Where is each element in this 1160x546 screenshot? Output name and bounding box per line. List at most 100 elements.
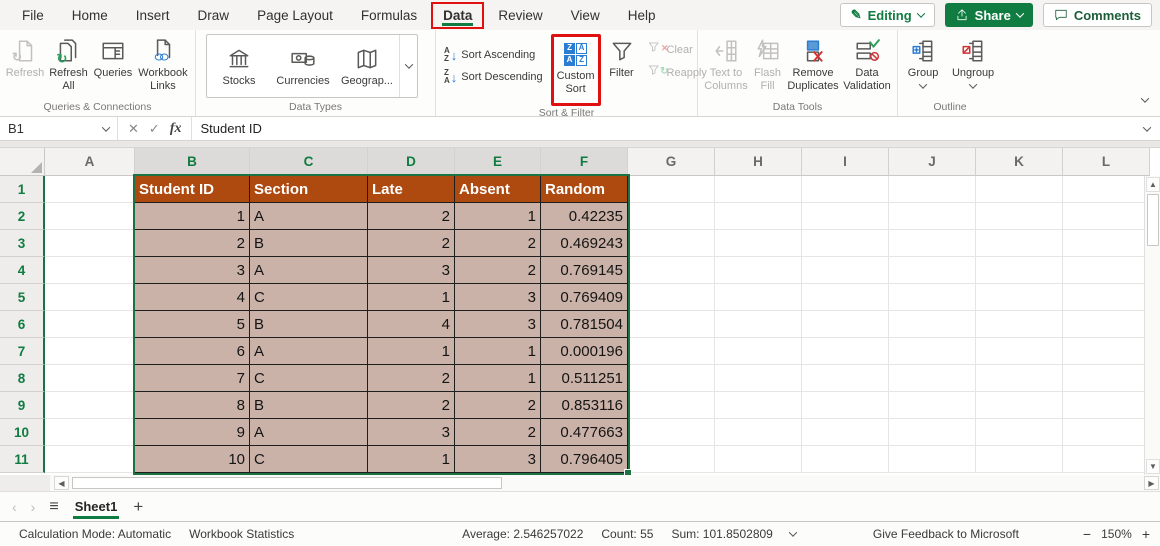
- cell-A3[interactable]: [45, 230, 135, 257]
- cell-J2[interactable]: [889, 203, 976, 230]
- zoom-out-button[interactable]: −: [1083, 526, 1091, 542]
- editing-mode-button[interactable]: ✎ Editing: [839, 3, 935, 27]
- cell-D3[interactable]: 2: [368, 230, 455, 257]
- horizontal-scrollbar[interactable]: ◀ ▶: [0, 475, 1160, 492]
- column-header-C[interactable]: C: [250, 148, 368, 176]
- cell-B1[interactable]: Student ID: [135, 176, 250, 203]
- filter-button[interactable]: Filter: [605, 34, 639, 80]
- cell-B5[interactable]: 4: [135, 284, 250, 311]
- aggregates-menu-icon[interactable]: [788, 528, 798, 537]
- cell-D8[interactable]: 2: [368, 365, 455, 392]
- cell-K7[interactable]: [976, 338, 1063, 365]
- cell-I3[interactable]: [802, 230, 889, 257]
- cell-K3[interactable]: [976, 230, 1063, 257]
- cell-H9[interactable]: [715, 392, 802, 419]
- workbook-statistics-button[interactable]: Workbook Statistics: [180, 527, 303, 541]
- cell-L11[interactable]: [1063, 446, 1150, 473]
- workbook-links-button[interactable]: Workbook Links: [135, 34, 191, 92]
- tab-data[interactable]: Data: [431, 1, 485, 29]
- cell-A8[interactable]: [45, 365, 135, 392]
- cell-B11[interactable]: 10: [135, 446, 250, 473]
- cell-L7[interactable]: [1063, 338, 1150, 365]
- queries-button[interactable]: Queries: [91, 34, 135, 80]
- tab-page-layout[interactable]: Page Layout: [243, 2, 347, 29]
- cell-F8[interactable]: 0.511251: [541, 365, 628, 392]
- share-button[interactable]: Share: [944, 3, 1033, 27]
- cell-C2[interactable]: A: [250, 203, 368, 230]
- cell-B3[interactable]: 2: [135, 230, 250, 257]
- cell-H3[interactable]: [715, 230, 802, 257]
- row-header-7[interactable]: 7: [0, 338, 45, 365]
- sheet-list-menu-icon[interactable]: ≡: [49, 498, 58, 516]
- scroll-down-button[interactable]: ▼: [1146, 459, 1160, 474]
- tab-help[interactable]: Help: [614, 2, 670, 29]
- row-header-4[interactable]: 4: [0, 257, 45, 284]
- cell-I11[interactable]: [802, 446, 889, 473]
- cell-I7[interactable]: [802, 338, 889, 365]
- cell-K2[interactable]: [976, 203, 1063, 230]
- cell-J3[interactable]: [889, 230, 976, 257]
- column-header-J[interactable]: J: [889, 148, 976, 176]
- cell-B9[interactable]: 8: [135, 392, 250, 419]
- cell-H2[interactable]: [715, 203, 802, 230]
- cell-C6[interactable]: B: [250, 311, 368, 338]
- cell-H8[interactable]: [715, 365, 802, 392]
- cell-F6[interactable]: 0.781504: [541, 311, 628, 338]
- column-header-F[interactable]: F: [541, 148, 628, 176]
- column-header-B[interactable]: B: [135, 148, 250, 176]
- cell-K8[interactable]: [976, 365, 1063, 392]
- cell-J11[interactable]: [889, 446, 976, 473]
- cell-C11[interactable]: C: [250, 446, 368, 473]
- column-header-D[interactable]: D: [368, 148, 455, 176]
- cell-C1[interactable]: Section: [250, 176, 368, 203]
- cell-J5[interactable]: [889, 284, 976, 311]
- tab-file[interactable]: File: [8, 2, 58, 29]
- stocks-button[interactable]: Stocks: [207, 35, 271, 97]
- cell-J6[interactable]: [889, 311, 976, 338]
- row-header-8[interactable]: 8: [0, 365, 45, 392]
- cell-H1[interactable]: [715, 176, 802, 203]
- zoom-in-button[interactable]: +: [1142, 526, 1150, 542]
- cell-C8[interactable]: C: [250, 365, 368, 392]
- cell-H4[interactable]: [715, 257, 802, 284]
- row-header-1[interactable]: 1: [0, 176, 45, 203]
- cell-A9[interactable]: [45, 392, 135, 419]
- cell-J8[interactable]: [889, 365, 976, 392]
- row-header-2[interactable]: 2: [0, 203, 45, 230]
- cell-G7[interactable]: [628, 338, 715, 365]
- cell-C3[interactable]: B: [250, 230, 368, 257]
- cell-D5[interactable]: 1: [368, 284, 455, 311]
- cell-B6[interactable]: 5: [135, 311, 250, 338]
- cell-L3[interactable]: [1063, 230, 1150, 257]
- cell-H7[interactable]: [715, 338, 802, 365]
- cell-E6[interactable]: 3: [455, 311, 541, 338]
- cell-E1[interactable]: Absent: [455, 176, 541, 203]
- cell-I1[interactable]: [802, 176, 889, 203]
- column-header-I[interactable]: I: [802, 148, 889, 176]
- column-header-E[interactable]: E: [455, 148, 541, 176]
- cell-B7[interactable]: 6: [135, 338, 250, 365]
- refresh-all-button[interactable]: ↻ Refresh All: [46, 34, 91, 92]
- data-validation-button[interactable]: Data Validation: [841, 34, 893, 92]
- row-header-9[interactable]: 9: [0, 392, 45, 419]
- cell-C7[interactable]: A: [250, 338, 368, 365]
- cell-L5[interactable]: [1063, 284, 1150, 311]
- cell-J4[interactable]: [889, 257, 976, 284]
- cell-L10[interactable]: [1063, 419, 1150, 446]
- cell-G5[interactable]: [628, 284, 715, 311]
- cell-H6[interactable]: [715, 311, 802, 338]
- group-button[interactable]: Group: [902, 34, 944, 89]
- cell-A11[interactable]: [45, 446, 135, 473]
- cell-E5[interactable]: 3: [455, 284, 541, 311]
- cell-H11[interactable]: [715, 446, 802, 473]
- cell-E10[interactable]: 2: [455, 419, 541, 446]
- data-types-gallery-more-button[interactable]: [399, 35, 417, 97]
- cell-D4[interactable]: 3: [368, 257, 455, 284]
- cell-D7[interactable]: 1: [368, 338, 455, 365]
- cell-A10[interactable]: [45, 419, 135, 446]
- cell-G8[interactable]: [628, 365, 715, 392]
- cell-F4[interactable]: 0.769145: [541, 257, 628, 284]
- name-box[interactable]: B1: [0, 117, 118, 140]
- cell-F11[interactable]: 0.796405: [541, 446, 628, 473]
- tab-insert[interactable]: Insert: [122, 2, 184, 29]
